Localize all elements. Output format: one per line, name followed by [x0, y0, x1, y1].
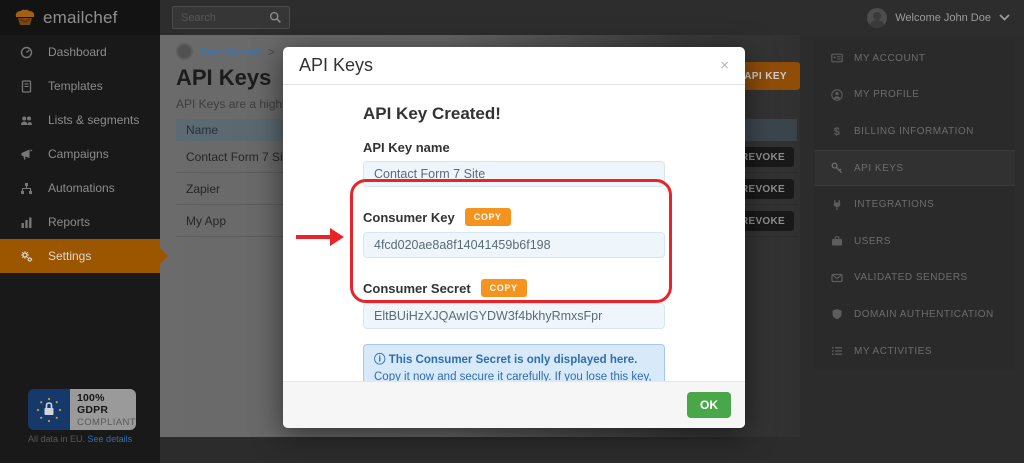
lists-segments-icon	[20, 114, 33, 127]
svg-text:$: $	[834, 126, 841, 137]
api-key-name-input[interactable]	[363, 161, 665, 187]
plug-icon	[831, 199, 843, 211]
breadcrumb-dashboard-link[interactable]: Dashboard	[201, 45, 260, 59]
settings-drawer: MY ACCOUNT MY PROFILE $ BILLING INFORMAT…	[815, 40, 1015, 370]
sidebar-item-lists-segments[interactable]: Lists & segments	[0, 103, 160, 137]
api-key-name: My App	[186, 214, 226, 228]
sidebar-item-label: Lists & segments	[48, 113, 139, 127]
envelope-check-icon	[831, 272, 843, 284]
sidebar-item-campaigns[interactable]: Campaigns	[0, 137, 160, 171]
search-input[interactable]	[173, 12, 269, 24]
sidebar-item-label: Templates	[48, 79, 103, 93]
gdpr-see-details-link[interactable]: See details	[88, 434, 133, 444]
drawer-item-validated-senders[interactable]: VALIDATED SENDERS	[815, 260, 1015, 297]
gdpr-note: All data in EU. See details	[28, 434, 132, 444]
breadcrumb-home-icon[interactable]	[176, 43, 193, 60]
campaigns-icon	[20, 148, 33, 161]
api-key-name: Contact Form 7 Site	[186, 150, 293, 164]
gdpr-subtitle: COMPLIANT	[77, 417, 136, 428]
info-bold-text: This Consumer Secret is only displayed h…	[389, 354, 638, 366]
copy-consumer-key-button[interactable]: COPY	[465, 208, 511, 226]
drawer-item-label: USERS	[854, 236, 891, 247]
sidebar-item-templates[interactable]: Templates	[0, 69, 160, 103]
sidebar-item-label: Reports	[48, 215, 90, 229]
drawer-item-label: API KEYS	[854, 163, 904, 174]
sidebar-item-automations[interactable]: Automations	[0, 171, 160, 205]
search-box	[172, 6, 290, 29]
drawer-item-label: MY ACTIVITIES	[854, 346, 932, 357]
drawer-item-my-activities[interactable]: MY ACTIVITIES	[815, 333, 1015, 370]
api-key-created-heading: API Key Created!	[363, 104, 665, 124]
chevron-down-icon	[999, 14, 1010, 21]
api-key-name-label: API Key name	[363, 140, 665, 155]
key-icon	[831, 162, 843, 174]
drawer-item-label: BILLING INFORMATION	[854, 126, 974, 137]
modal-footer: OK	[283, 381, 745, 428]
automations-icon	[20, 182, 33, 195]
activity-list-icon	[831, 345, 843, 357]
reports-icon	[20, 216, 33, 229]
sidebar-item-reports[interactable]: Reports	[0, 205, 160, 239]
info-icon: ⓘ	[374, 354, 386, 366]
breadcrumb-separator: >	[268, 45, 275, 59]
sidebar: Dashboard Templates Lists & segments	[0, 35, 160, 463]
logo[interactable]: emailchef	[0, 0, 160, 35]
drawer-item-my-profile[interactable]: MY PROFILE	[815, 77, 1015, 114]
id-card-icon	[831, 52, 843, 64]
drawer-item-integrations[interactable]: INTEGRATIONS	[815, 186, 1015, 223]
consumer-secret-input[interactable]	[363, 303, 665, 329]
modal-header: API Keys ×	[283, 47, 745, 85]
page-title: API Keys	[176, 65, 271, 91]
dollar-icon: $	[831, 125, 843, 137]
consumer-key-input[interactable]	[363, 232, 665, 258]
close-icon[interactable]: ×	[720, 58, 729, 73]
drawer-item-label: INTEGRATIONS	[854, 199, 934, 210]
sidebar-item-dashboard[interactable]: Dashboard	[0, 35, 160, 69]
drawer-item-billing-information[interactable]: $ BILLING INFORMATION	[815, 113, 1015, 150]
welcome-text: Welcome John Doe	[895, 12, 991, 24]
sidebar-item-label: Dashboard	[48, 45, 107, 59]
search-icon[interactable]	[269, 11, 282, 24]
drawer-item-domain-authentication[interactable]: DOMAIN AUTHENTICATION	[815, 296, 1015, 333]
consumer-key-label: Consumer Key COPY	[363, 208, 665, 226]
emailchef-logo-icon	[14, 9, 36, 27]
api-keys-modal: API Keys × API Key Created! API Key name…	[283, 47, 745, 428]
gdpr-title: 100% GDPR	[77, 392, 136, 416]
drawer-item-label: VALIDATED SENDERS	[854, 272, 968, 283]
dashboard-icon	[20, 46, 33, 59]
user-menu[interactable]: Welcome John Doe	[867, 0, 1010, 35]
avatar	[867, 8, 887, 28]
templates-icon	[20, 80, 33, 93]
sidebar-item-settings[interactable]: Settings	[0, 239, 160, 273]
modal-body: API Key Created! API Key name Consumer K…	[363, 104, 665, 428]
drawer-item-my-account[interactable]: MY ACCOUNT	[815, 40, 1015, 77]
sidebar-item-label: Automations	[48, 181, 115, 195]
api-key-name: Zapier	[186, 182, 220, 196]
drawer-item-api-keys[interactable]: API KEYS	[815, 150, 1015, 187]
gdpr-eu-lock-icon	[28, 389, 70, 430]
sidebar-item-label: Settings	[48, 249, 91, 263]
breadcrumb: Dashboard > Se	[176, 43, 297, 60]
logo-text: emailchef	[43, 8, 118, 28]
gdpr-badge: 100% GDPR COMPLIANT	[28, 389, 136, 430]
copy-consumer-secret-button[interactable]: COPY	[481, 279, 527, 297]
top-bar: emailchef Welcome John Doe	[0, 0, 1024, 35]
app-window: emailchef Welcome John Doe Dashboard	[0, 0, 1024, 463]
settings-icon	[20, 250, 33, 263]
user-circle-icon	[831, 89, 843, 101]
users-icon	[831, 235, 843, 247]
ok-button[interactable]: OK	[687, 392, 731, 418]
consumer-secret-label: Consumer Secret COPY	[363, 279, 665, 297]
drawer-item-label: DOMAIN AUTHENTICATION	[854, 309, 994, 320]
drawer-item-label: MY PROFILE	[854, 89, 919, 100]
drawer-item-label: MY ACCOUNT	[854, 53, 926, 64]
shield-icon	[831, 308, 843, 320]
sidebar-item-label: Campaigns	[48, 147, 109, 161]
drawer-item-users[interactable]: USERS	[815, 223, 1015, 260]
modal-title: API Keys	[299, 55, 373, 76]
